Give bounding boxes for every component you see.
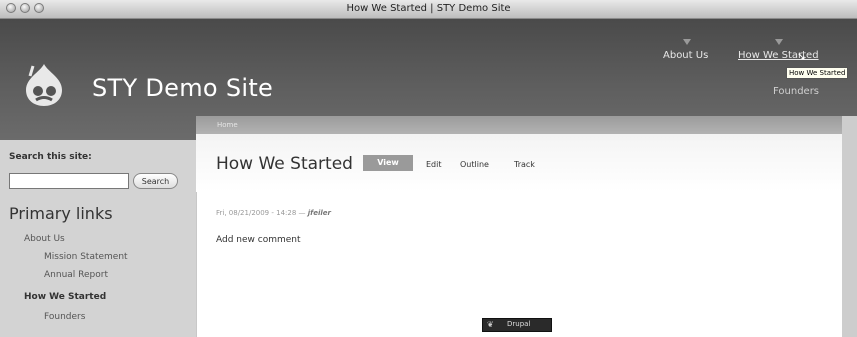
site-name[interactable]: STY Demo Site [92, 74, 273, 102]
drupal-logo-icon[interactable] [18, 58, 70, 110]
menu-item-mission-statement[interactable]: Mission Statement [44, 252, 128, 262]
powered-by-badge[interactable]: ❦ Drupal [482, 318, 552, 332]
author-link[interactable]: jfeiler [308, 209, 331, 217]
search-button[interactable]: Search [133, 173, 178, 189]
secondary-nav-founders[interactable]: Founders [773, 86, 819, 97]
tab-edit[interactable]: Edit [426, 160, 442, 169]
primary-links-title: Primary links [9, 204, 113, 223]
menu-item-about-us[interactable]: About Us [24, 234, 65, 244]
content-edge [842, 116, 857, 337]
tab-track[interactable]: Track [514, 160, 535, 169]
tab-view[interactable]: View [363, 155, 413, 171]
submitted-date: Fri, 08/21/2009 - 14:28 — [216, 209, 308, 217]
breadcrumb-home[interactable]: Home [217, 121, 238, 129]
drop-icon: ❦ [487, 320, 494, 329]
link-tooltip: How We Started [786, 67, 849, 79]
window-titlebar: How We Started | STY Demo Site [0, 0, 857, 19]
search-label: Search this site: [9, 152, 92, 162]
tab-outline[interactable]: Outline [460, 160, 489, 169]
badge-label: Drupal [507, 320, 531, 328]
menu-item-founders[interactable]: Founders [44, 312, 85, 322]
submitted-info: Fri, 08/21/2009 - 14:28 — jfeiler [216, 209, 331, 217]
mouse-cursor-icon: ➘ [797, 50, 807, 63]
menu-item-how-we-started[interactable]: How We Started [24, 292, 106, 302]
primary-nav-about-us[interactable]: About Us [663, 50, 708, 61]
nav-indicator [683, 39, 691, 45]
breadcrumb-bar [196, 116, 842, 134]
add-comment-link[interactable]: Add new comment [216, 235, 301, 245]
search-input[interactable] [9, 173, 129, 189]
nav-indicator [775, 39, 783, 45]
primary-nav-how-we-started[interactable]: How We Started [738, 50, 819, 61]
window-title: How We Started | STY Demo Site [346, 3, 511, 14]
page-title: How We Started [216, 154, 353, 174]
menu-item-annual-report[interactable]: Annual Report [44, 270, 108, 280]
